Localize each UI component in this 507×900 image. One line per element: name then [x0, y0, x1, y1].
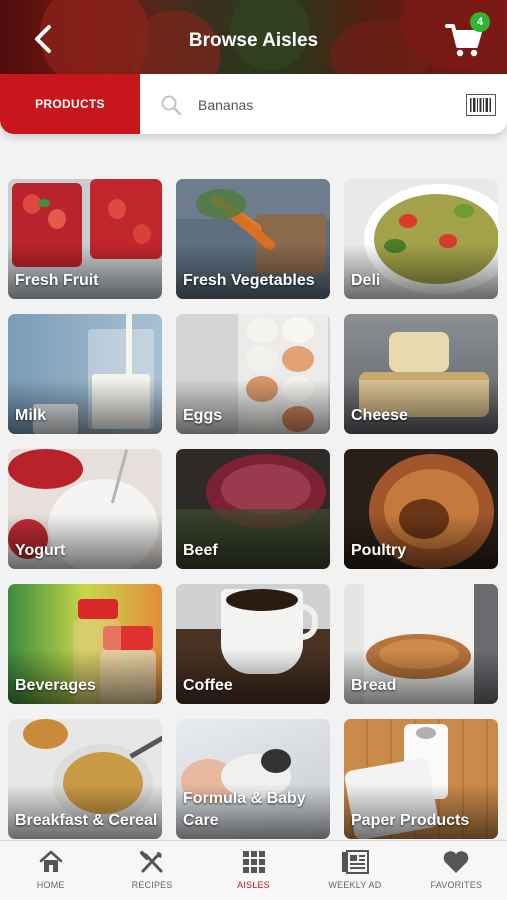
aisle-label: Fresh Fruit [15, 272, 99, 289]
aisle-tile-deli[interactable]: Deli [344, 179, 498, 299]
nav-label: AISLES [237, 880, 270, 890]
bottom-nav: HOME RECIPES AISLES WEEKLY AD FAVORITES [0, 840, 507, 900]
search-bar: PRODUCTS [0, 74, 507, 134]
products-tab[interactable]: PRODUCTS [0, 74, 140, 134]
nav-label: RECIPES [131, 880, 173, 890]
aisle-tile-poultry[interactable]: Poultry [344, 449, 498, 569]
aisle-label: Fresh Vegetables [183, 272, 315, 289]
barcode-icon[interactable] [466, 94, 496, 116]
aisle-tile-formula-baby-care[interactable]: Formula & Baby Care [176, 719, 330, 839]
aisle-tile-fresh-vegetables[interactable]: Fresh Vegetables [176, 179, 330, 299]
aisle-grid: Fresh Fruit Fresh Vegetables Deli Milk E… [8, 179, 500, 839]
nav-item-recipes[interactable]: RECIPES [101, 841, 202, 900]
search-input[interactable] [198, 92, 448, 118]
page-title: Browse Aisles [188, 30, 319, 51]
aisle-label: Deli [351, 272, 381, 289]
aisle-label: Paper Products [351, 812, 470, 829]
aisle-tile-beverages[interactable]: Beverages [8, 584, 162, 704]
nav-item-favorites[interactable]: FAVORITES [406, 841, 507, 900]
aisle-tile-paper-products[interactable]: Paper Products [344, 719, 498, 839]
aisle-tile-coffee[interactable]: Coffee [176, 584, 330, 704]
aisle-label: Yogurt [15, 542, 66, 559]
aisle-tile-bread[interactable]: Bread [344, 584, 498, 704]
nav-item-weekly-ad[interactable]: WEEKLY AD [304, 841, 405, 900]
cart-button[interactable]: 4 [444, 12, 490, 60]
aisle-label: Breakfast & Cereal [15, 812, 158, 829]
aisle-tile-beef[interactable]: Beef [176, 449, 330, 569]
nav-item-aisles[interactable]: AISLES [203, 841, 304, 900]
aisle-tile-yogurt[interactable]: Yogurt [8, 449, 162, 569]
nav-label: FAVORITES [430, 880, 483, 890]
heart-icon [444, 851, 469, 873]
aisle-label: Formula & Baby Care [183, 790, 306, 829]
fork-knife-icon [140, 851, 163, 873]
home-icon [39, 850, 63, 872]
aisle-tile-milk[interactable]: Milk [8, 314, 162, 434]
aisle-tile-cheese[interactable]: Cheese [344, 314, 498, 434]
aisle-tile-eggs[interactable]: Eggs [176, 314, 330, 434]
newspaper-icon [341, 850, 369, 874]
cart-count-badge: 4 [470, 12, 490, 32]
aisle-label: Milk [15, 407, 47, 424]
aisle-label: Poultry [351, 542, 407, 559]
nav-label: WEEKLY AD [328, 880, 382, 890]
search-icon [161, 95, 182, 116]
nav-label: HOME [36, 880, 65, 890]
aisle-label: Beef [183, 542, 218, 559]
grid-icon [242, 851, 265, 873]
nav-item-home[interactable]: HOME [0, 841, 101, 900]
aisle-label: Eggs [183, 407, 223, 424]
aisle-label: Cheese [351, 407, 408, 424]
aisle-tile-fresh-fruit[interactable]: Fresh Fruit [8, 179, 162, 299]
aisle-label: Coffee [183, 677, 233, 694]
aisle-label: Beverages [15, 677, 96, 694]
aisle-tile-breakfast-cereal[interactable]: Breakfast & Cereal [8, 719, 162, 839]
aisle-label: Bread [351, 677, 397, 694]
